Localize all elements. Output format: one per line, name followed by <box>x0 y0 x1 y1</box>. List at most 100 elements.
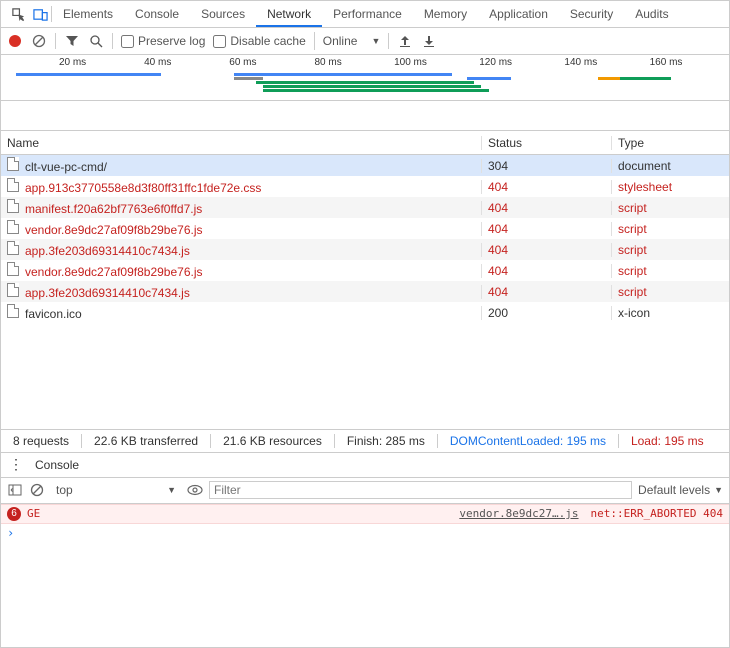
request-name: app.913c3770558e8d3f80ff31ffc1fde72e.css <box>25 181 261 195</box>
request-type: script <box>611 222 729 236</box>
throttling-select[interactable]: Online▼ <box>314 32 381 50</box>
device-toolbar-icon[interactable] <box>29 1 51 27</box>
error-text-prefix: GE <box>27 507 40 520</box>
throttle-value: Online <box>323 34 358 48</box>
summary-transferred: 22.6 KB transferred <box>90 434 202 448</box>
console-body: 6 GE vendor.8e9dc27….js net::ERR_ABORTED… <box>1 504 729 542</box>
tab-elements[interactable]: Elements <box>52 1 124 27</box>
tab-network[interactable]: Network <box>256 1 322 27</box>
request-type: script <box>611 285 729 299</box>
request-type: stylesheet <box>611 180 729 194</box>
drawer-tab-console[interactable]: Console <box>31 458 83 472</box>
levels-label: Default levels <box>638 483 710 497</box>
live-expression-icon[interactable] <box>187 482 203 498</box>
filter-icon[interactable] <box>64 33 80 49</box>
context-select[interactable]: top ▼ <box>51 482 181 498</box>
file-icon <box>7 178 19 192</box>
table-body: clt-vue-pc-cmd/304documentapp.913c377055… <box>1 155 729 429</box>
context-value: top <box>56 483 73 497</box>
log-levels-select[interactable]: Default levels ▼ <box>638 483 723 497</box>
request-name: app.3fe203d69314410c7434.js <box>25 244 190 258</box>
panel-tabs: Elements Console Sources Network Perform… <box>1 1 729 28</box>
request-type: script <box>611 201 729 215</box>
inspect-icon[interactable] <box>7 1 29 27</box>
tick: 80 ms <box>314 57 341 68</box>
request-name: vendor.8e9dc27af09f8b29be76.js <box>25 265 203 279</box>
tick: 60 ms <box>229 57 256 68</box>
console-toolbar: top ▼ Default levels ▼ <box>1 478 729 504</box>
summary-resources: 21.6 KB resources <box>219 434 326 448</box>
table-row[interactable]: app.3fe203d69314410c7434.js 404script <box>1 281 729 302</box>
file-icon <box>7 157 19 171</box>
error-source-link[interactable]: vendor.8e9dc27….js <box>459 507 584 520</box>
col-name[interactable]: Name <box>1 136 481 150</box>
summary-dcl: DOMContentLoaded: 195 ms <box>446 434 610 448</box>
file-icon <box>7 283 19 297</box>
console-sidebar-icon[interactable] <box>7 482 23 498</box>
clear-icon[interactable] <box>31 33 47 49</box>
search-icon[interactable] <box>88 33 104 49</box>
tick: 100 ms <box>394 57 427 68</box>
request-status: 404 <box>481 201 611 215</box>
separator <box>112 33 113 49</box>
preserve-log-label: Preserve log <box>138 34 205 48</box>
col-type[interactable]: Type <box>611 136 729 150</box>
tick: 120 ms <box>479 57 512 68</box>
summary-finish: Finish: 285 ms <box>343 434 429 448</box>
drawer-menu-icon[interactable]: ⋮ <box>1 456 31 473</box>
tab-sources[interactable]: Sources <box>190 1 256 27</box>
request-status: 404 <box>481 285 611 299</box>
tick: 140 ms <box>564 57 597 68</box>
tick: 160 ms <box>650 57 683 68</box>
table-row[interactable]: vendor.8e9dc27af09f8b29be76.js404script <box>1 260 729 281</box>
request-name: favicon.ico <box>25 307 82 321</box>
request-status: 404 <box>481 264 611 278</box>
request-type: x-icon <box>611 306 729 320</box>
tab-application[interactable]: Application <box>478 1 559 27</box>
error-count-badge: 6 <box>7 507 21 521</box>
network-toolbar: Preserve log Disable cache Online▼ <box>1 28 729 55</box>
separator <box>55 33 56 49</box>
file-icon <box>7 220 19 234</box>
preserve-log-checkbox[interactable]: Preserve log <box>121 34 205 48</box>
chevron-down-icon: ▼ <box>167 485 176 495</box>
drawer-tabs: ⋮ Console <box>1 452 729 478</box>
table-row[interactable]: vendor.8e9dc27af09f8b29be76.js404script <box>1 218 729 239</box>
table-row[interactable]: favicon.ico200x-icon <box>1 302 729 323</box>
tab-console[interactable]: Console <box>124 1 190 27</box>
console-prompt[interactable]: › <box>1 524 729 542</box>
tick: 40 ms <box>144 57 171 68</box>
tab-security[interactable]: Security <box>559 1 624 27</box>
request-type: document <box>611 159 729 173</box>
file-icon <box>7 199 19 213</box>
tab-memory[interactable]: Memory <box>413 1 478 27</box>
summary-load: Load: 195 ms <box>627 434 708 448</box>
request-status: 404 <box>481 222 611 236</box>
file-icon <box>7 262 19 276</box>
upload-har-icon[interactable] <box>397 33 413 49</box>
table-row[interactable]: app.913c3770558e8d3f80ff31ffc1fde72e.css… <box>1 176 729 197</box>
download-har-icon[interactable] <box>421 33 437 49</box>
disable-cache-checkbox[interactable]: Disable cache <box>213 34 305 48</box>
tab-performance[interactable]: Performance <box>322 1 413 27</box>
table-row[interactable]: clt-vue-pc-cmd/304document <box>1 155 729 176</box>
console-filter-input[interactable] <box>209 481 632 499</box>
request-status: 404 <box>481 180 611 194</box>
clear-console-icon[interactable] <box>29 482 45 498</box>
col-status[interactable]: Status <box>481 136 611 150</box>
request-name: app.3fe203d69314410c7434.js <box>25 286 190 300</box>
tab-audits[interactable]: Audits <box>624 1 679 27</box>
file-icon <box>7 241 19 255</box>
filter-bar-placeholder <box>1 101 729 131</box>
console-error-row[interactable]: 6 GE vendor.8e9dc27….js net::ERR_ABORTED… <box>1 504 729 524</box>
summary-bar: 8 requests 22.6 KB transferred 21.6 KB r… <box>1 429 729 452</box>
timeline-lanes <box>1 71 729 100</box>
request-status: 304 <box>481 159 611 173</box>
timeline-overview[interactable]: 20 ms 40 ms 60 ms 80 ms 100 ms 120 ms 14… <box>1 55 729 101</box>
record-button[interactable] <box>7 33 23 49</box>
table-row[interactable]: app.3fe203d69314410c7434.js404script <box>1 239 729 260</box>
error-text-tail: net::ERR_ABORTED 404 <box>591 507 723 520</box>
table-row[interactable]: manifest.f20a62bf7763e6f0ffd7.js404scrip… <box>1 197 729 218</box>
separator <box>388 33 389 49</box>
request-type: script <box>611 243 729 257</box>
